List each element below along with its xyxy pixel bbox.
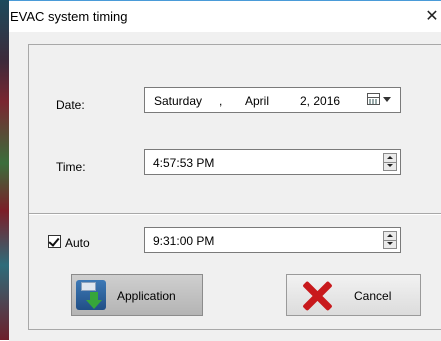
auto-time-spinner[interactable] [383, 231, 397, 249]
spin-up-icon [387, 234, 393, 237]
save-download-icon [76, 280, 106, 310]
close-icon[interactable]: ✕ [423, 1, 441, 32]
date-separator: , [219, 94, 223, 108]
group-separator [29, 213, 441, 215]
timing-group-box: Date: Saturday , April 2, 2016 Time: 4:5… [28, 44, 441, 330]
auto-time-input[interactable]: 9:31:00 PM [144, 227, 401, 253]
red-x-icon [301, 280, 333, 312]
calendar-dropdown-icon[interactable] [367, 92, 397, 108]
date-picker[interactable]: Saturday , April 2, 2016 [144, 87, 401, 113]
application-button[interactable]: Application [71, 274, 203, 316]
time-label: Time: [56, 160, 86, 174]
auto-time-value[interactable]: 9:31:00 PM [153, 234, 214, 248]
spin-down-button[interactable] [384, 240, 396, 248]
chevron-down-icon [383, 97, 391, 102]
window-title: EVAC system timing [10, 9, 128, 24]
date-day-year[interactable]: 2, 2016 [300, 94, 340, 108]
title-bar[interactable]: EVAC system timing ✕ [9, 1, 441, 32]
spin-down-icon [387, 242, 393, 245]
auto-checkbox[interactable] [48, 235, 61, 248]
time-spinner[interactable] [383, 153, 397, 171]
cancel-button[interactable]: Cancel [286, 274, 421, 316]
spin-down-button[interactable] [384, 162, 396, 170]
date-month[interactable]: April [245, 94, 269, 108]
dialog-window: EVAC system timing ✕ Date: Saturday , Ap… [9, 0, 441, 341]
desktop-background [0, 0, 9, 340]
time-input[interactable]: 4:57:53 PM [144, 149, 401, 175]
spin-down-icon [387, 164, 393, 167]
dialog-body: Date: Saturday , April 2, 2016 Time: 4:5… [9, 32, 441, 341]
cancel-button-label: Cancel [354, 289, 392, 303]
application-button-label: Application [117, 289, 176, 303]
date-weekday[interactable]: Saturday [154, 94, 202, 108]
checkmark-icon [48, 235, 60, 247]
date-label: Date: [56, 98, 85, 112]
time-value[interactable]: 4:57:53 PM [153, 156, 214, 170]
calendar-icon [367, 93, 380, 105]
spin-up-icon [387, 156, 393, 159]
auto-label[interactable]: Auto [65, 236, 90, 250]
